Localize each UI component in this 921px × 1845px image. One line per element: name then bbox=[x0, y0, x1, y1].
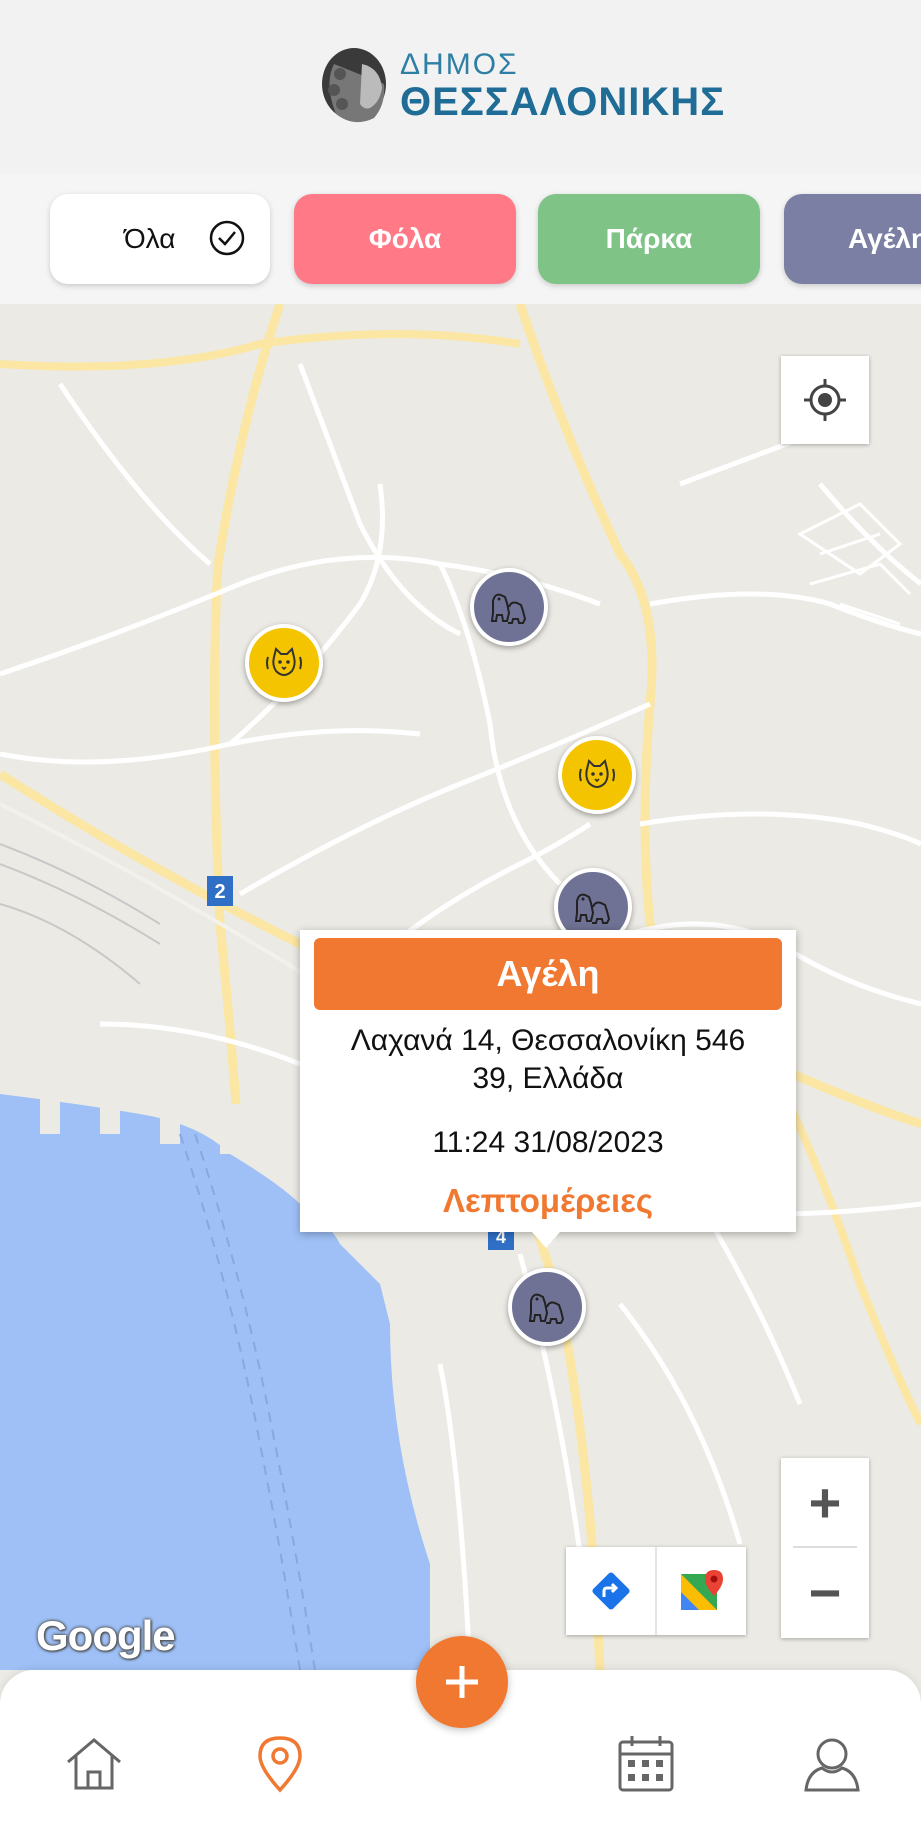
popup-address-line1: Λαχανά 14, Θεσσαλονίκη 546 bbox=[350, 1024, 746, 1057]
map-marker-dogs-selected[interactable] bbox=[508, 1268, 586, 1346]
alexander-head-icon bbox=[322, 48, 386, 123]
cat-icon bbox=[579, 759, 615, 789]
user-icon bbox=[804, 1738, 860, 1792]
popup-address-line2: 39, Ελλάδα bbox=[472, 1062, 624, 1095]
filter-chip-fola[interactable]: Φόλα bbox=[294, 194, 516, 284]
popup-details-link[interactable]: Λεπτομέρειες bbox=[310, 1182, 786, 1220]
filter-chip-parka[interactable]: Πάρκα bbox=[538, 194, 760, 284]
google-maps-icon bbox=[680, 1570, 723, 1610]
map-marker-dogs[interactable] bbox=[470, 568, 548, 646]
filter-chip-all[interactable]: Όλα bbox=[50, 194, 270, 284]
map-marker-cat[interactable] bbox=[245, 624, 323, 702]
filter-chip-ageli[interactable]: Αγέλη bbox=[784, 194, 921, 284]
municipality-logo: ΔΗΜΟΣ ΘΕΣΣΑΛΟΝΙΚΗΣ bbox=[314, 44, 724, 130]
dog-pack-icon bbox=[490, 593, 527, 624]
nav-profile[interactable] bbox=[796, 1728, 868, 1800]
marker-info-popup: Αγέλη Λαχανά 14, Θεσσαλονίκη 546 39, Ελλ… bbox=[300, 930, 796, 1248]
home-icon bbox=[67, 1738, 121, 1790]
road-badge-2: 2 bbox=[214, 881, 225, 903]
directions-icon bbox=[591, 1572, 630, 1610]
map-marker-cat[interactable] bbox=[558, 736, 636, 814]
check-circle-icon bbox=[209, 220, 245, 256]
popup-pointer bbox=[532, 1232, 560, 1248]
logo-title-line2: ΘΕΣΣΑΛΟΝΙΚΗΣ bbox=[400, 80, 726, 124]
open-google-maps-button[interactable] bbox=[657, 1547, 746, 1635]
google-attribution: Google bbox=[36, 1612, 176, 1659]
logo-title-line1: ΔΗΜΟΣ bbox=[400, 48, 519, 81]
map-pin-icon bbox=[258, 1736, 302, 1793]
map-toolbar bbox=[566, 1547, 746, 1635]
directions-button[interactable] bbox=[566, 1547, 655, 1635]
popup-address: Λαχανά 14, Θεσσαλονίκη 546 39, Ελλάδα bbox=[310, 1022, 786, 1098]
zoom-in-button[interactable]: + bbox=[781, 1458, 869, 1546]
popup-title: Αγέλη bbox=[314, 938, 782, 1010]
nav-home[interactable] bbox=[58, 1728, 130, 1800]
popup-timestamp: 11:24 31/08/2023 bbox=[432, 1126, 664, 1159]
plus-icon bbox=[446, 1666, 478, 1698]
my-location-button[interactable] bbox=[781, 356, 869, 444]
dog-pack-icon bbox=[574, 893, 611, 924]
filter-chip-label: Πάρκα bbox=[605, 223, 693, 254]
zoom-controls: + − bbox=[781, 1458, 869, 1638]
filter-chip-label: Όλα bbox=[124, 223, 176, 254]
crosshair-icon bbox=[804, 379, 846, 421]
nav-map[interactable] bbox=[244, 1728, 316, 1800]
app-header: ΔΗΜΟΣ ΘΕΣΣΑΛΟΝΙΚΗΣ bbox=[0, 0, 921, 174]
filter-chip-label: Φόλα bbox=[368, 223, 442, 254]
calendar-icon bbox=[618, 1736, 674, 1792]
dog-pack-icon bbox=[528, 1293, 565, 1324]
filter-chip-label: Αγέλη bbox=[848, 223, 921, 254]
zoom-out-button[interactable]: − bbox=[781, 1548, 869, 1636]
map-view[interactable]: 2 4 Αγέλη Λαχανά 14, Θεσσαλονίκη 546 39,… bbox=[0, 304, 921, 1670]
add-report-button[interactable] bbox=[416, 1636, 508, 1728]
nav-calendar[interactable] bbox=[610, 1728, 682, 1800]
category-filter-bar: Όλα Φόλα Πάρκα Αγέλη bbox=[0, 174, 921, 304]
cat-icon bbox=[266, 647, 302, 677]
